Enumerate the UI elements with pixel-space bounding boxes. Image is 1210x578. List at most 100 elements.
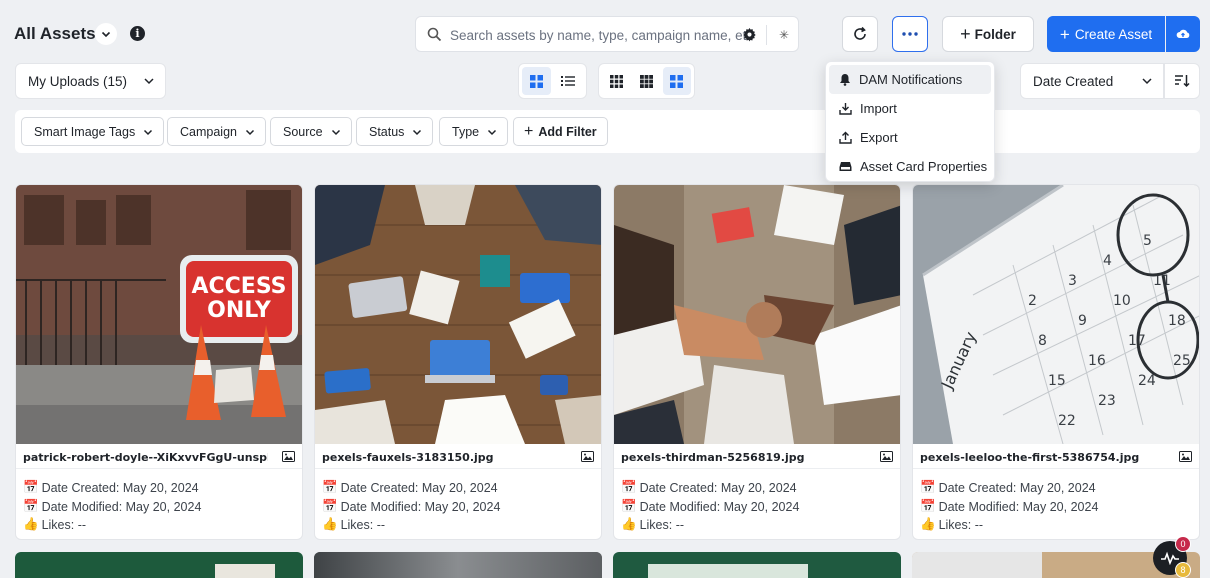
filter-label: Campaign bbox=[180, 124, 237, 139]
likes-row: 👍 Likes: -- bbox=[621, 517, 684, 532]
menu-item-asset-card-properties[interactable]: Asset Card Properties bbox=[829, 152, 991, 181]
likes-count: Likes: -- bbox=[41, 517, 87, 532]
asset-thumbnail bbox=[315, 185, 601, 444]
folder-button-label: Folder bbox=[974, 26, 1016, 42]
date-modified-row: 📅 Date Modified: May 20, 2024 bbox=[621, 499, 799, 514]
date-modified: Date Modified: May 20, 2024 bbox=[41, 499, 202, 514]
notification-count-badge: 0 bbox=[1175, 536, 1191, 552]
new-folder-button[interactable]: + Folder bbox=[942, 16, 1034, 52]
filter-source[interactable]: Source bbox=[270, 117, 352, 146]
image-type-icon bbox=[880, 451, 893, 462]
search-separator bbox=[766, 25, 767, 45]
small-cards-button[interactable] bbox=[602, 67, 630, 95]
date-modified-row: 📅 Date Modified: May 20, 2024 bbox=[23, 499, 201, 514]
likes-count: Likes: -- bbox=[938, 517, 984, 532]
ai-sparkle-icon[interactable]: ✳ bbox=[774, 25, 794, 45]
add-filter-button[interactable]: + Add Filter bbox=[513, 117, 608, 146]
card-size-toggle-group bbox=[598, 63, 695, 99]
medium-cards-button[interactable] bbox=[632, 67, 660, 95]
date-created: Date Created: May 20, 2024 bbox=[639, 480, 797, 495]
menu-item-dam-notifications[interactable]: DAM Notifications bbox=[829, 65, 991, 94]
grid-icon bbox=[530, 74, 543, 88]
svg-text:22: 22 bbox=[1058, 413, 1076, 429]
plus-icon: + bbox=[1059, 24, 1070, 44]
thumbs-up-icon: 👍 bbox=[920, 517, 936, 531]
create-asset-label: Create Asset bbox=[1074, 26, 1153, 42]
asset-thumbnail: 2345 891011 15161718 22232425 January bbox=[913, 185, 1199, 444]
card-icon bbox=[839, 162, 852, 171]
menu-item-label: Import bbox=[860, 101, 897, 116]
filter-status[interactable]: Status bbox=[356, 117, 434, 146]
bell-icon bbox=[840, 74, 850, 86]
filter-type[interactable]: Type bbox=[439, 117, 509, 146]
large-cards-button[interactable] bbox=[662, 67, 691, 95]
list-view-button[interactable] bbox=[553, 67, 582, 95]
filter-bar: Smart Image Tags Campaign Source Status … bbox=[15, 110, 1200, 153]
search-input[interactable] bbox=[450, 25, 756, 45]
menu-item-label: DAM Notifications bbox=[859, 72, 963, 87]
asset-thumbnail: ACCESS ONLY bbox=[16, 185, 302, 444]
chevron-down-icon bbox=[144, 78, 154, 85]
my-uploads-label: My Uploads (15) bbox=[28, 73, 128, 89]
date-created-row: 📅 Date Created: May 20, 2024 bbox=[23, 480, 199, 495]
sort-by-dropdown[interactable]: Date Created bbox=[1020, 63, 1164, 99]
svg-text:24: 24 bbox=[1138, 373, 1156, 389]
asset-card-partial[interactable] bbox=[15, 552, 303, 578]
svg-text:10: 10 bbox=[1113, 293, 1131, 309]
refresh-button[interactable] bbox=[842, 16, 878, 52]
asset-filename[interactable]: pexels-fauxels-3183150.jpg bbox=[322, 451, 567, 464]
date-created-row: 📅 Date Created: May 20, 2024 bbox=[920, 480, 1096, 495]
refresh-icon bbox=[854, 26, 866, 40]
asset-card[interactable]: pexels-thirdman-5256819.jpg 📅 Date Creat… bbox=[613, 184, 901, 540]
create-asset-button[interactable]: + Create Asset bbox=[1047, 16, 1165, 52]
sort-direction-button[interactable] bbox=[1164, 63, 1200, 99]
asset-filename[interactable]: patrick-robert-doyle--XiKxvvFGgU-unsplas… bbox=[23, 451, 268, 464]
calendar-icon: 📅 bbox=[920, 480, 936, 494]
asset-card-partial[interactable] bbox=[613, 552, 901, 578]
svg-text:23: 23 bbox=[1098, 393, 1116, 409]
svg-text:18: 18 bbox=[1168, 313, 1186, 329]
cloud-upload-icon bbox=[1176, 29, 1190, 38]
chevron-down-icon bbox=[331, 129, 340, 135]
filter-campaign[interactable]: Campaign bbox=[167, 117, 266, 146]
chevron-down-icon bbox=[245, 129, 255, 135]
chevron-down-icon bbox=[413, 129, 422, 135]
info-icon[interactable]: i bbox=[130, 26, 145, 41]
svg-text:8: 8 bbox=[1038, 333, 1047, 349]
calendar-icon: 📅 bbox=[621, 480, 637, 494]
filter-smart-image-tags[interactable]: Smart Image Tags bbox=[21, 117, 165, 146]
chevron-down-icon bbox=[144, 129, 153, 135]
asset-filename[interactable]: pexels-leeloo-the-first-5386754.jpg bbox=[920, 451, 1165, 464]
calendar-icon: 📅 bbox=[322, 499, 338, 513]
search-settings-gear-icon[interactable] bbox=[742, 27, 757, 47]
date-modified: Date Modified: May 20, 2024 bbox=[639, 499, 800, 514]
menu-item-label: Export bbox=[860, 130, 898, 145]
card-divider bbox=[315, 468, 601, 469]
date-created-row: 📅 Date Created: May 20, 2024 bbox=[322, 480, 498, 495]
page-title: All Assets bbox=[14, 24, 96, 43]
plus-icon: + bbox=[524, 122, 534, 140]
menu-item-export[interactable]: Export bbox=[829, 123, 991, 152]
date-modified: Date Modified: May 20, 2024 bbox=[938, 499, 1099, 514]
more-options-button[interactable] bbox=[892, 16, 928, 52]
image-type-icon bbox=[1179, 451, 1192, 462]
calendar-icon: 📅 bbox=[920, 499, 936, 513]
asset-card-partial[interactable] bbox=[314, 552, 602, 578]
asset-card[interactable]: pexels-fauxels-3183150.jpg 📅 Date Create… bbox=[314, 184, 602, 540]
grid-view-button[interactable] bbox=[522, 67, 551, 95]
title-dropdown-chevron-icon[interactable] bbox=[95, 23, 117, 45]
thumbs-up-icon: 👍 bbox=[23, 517, 39, 531]
dense-grid-icon bbox=[609, 74, 623, 88]
asset-filename[interactable]: pexels-thirdman-5256819.jpg bbox=[621, 451, 866, 464]
asset-card[interactable]: 2345 8 9 10 11 15 16 17 18 22 23 24 25 January pe… bbox=[912, 184, 1200, 540]
svg-text:9: 9 bbox=[1078, 313, 1087, 329]
cloud-upload-button[interactable] bbox=[1166, 16, 1200, 52]
date-modified-row: 📅 Date Modified: May 20, 2024 bbox=[322, 499, 500, 514]
filter-label: Smart Image Tags bbox=[34, 124, 136, 139]
asset-card[interactable]: ACCESS ONLY patrick-robert-doyle--XiKxvv… bbox=[15, 184, 303, 540]
menu-item-import[interactable]: Import bbox=[829, 94, 991, 123]
layout-toggle-group bbox=[518, 63, 587, 99]
menu-item-label: Asset Card Properties bbox=[860, 159, 988, 174]
my-uploads-dropdown[interactable]: My Uploads (15) bbox=[15, 63, 166, 99]
calendar-icon: 📅 bbox=[621, 499, 637, 513]
